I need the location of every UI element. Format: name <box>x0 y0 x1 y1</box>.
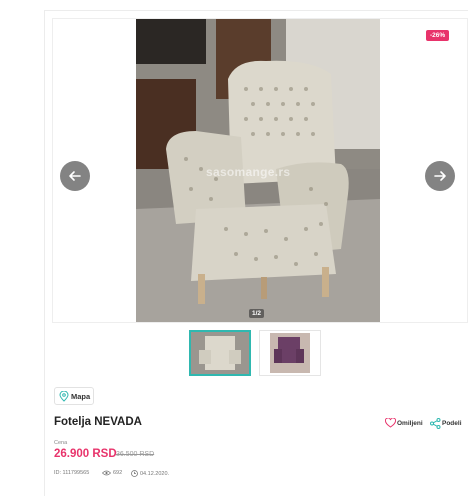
heart-icon <box>385 418 396 428</box>
map-button-label: Mapa <box>71 392 91 401</box>
arrow-right-icon <box>434 171 446 181</box>
map-pin-icon <box>59 391 69 402</box>
share-icon <box>430 418 441 429</box>
image-gallery: sasomange.rs 1/2 -26% <box>52 18 468 323</box>
thumbnail-1[interactable] <box>189 330 251 376</box>
discount-badge: -26% <box>426 30 450 41</box>
watermark: sasomange.rs <box>206 165 291 179</box>
listing-date: 04.12.2020. <box>131 470 169 477</box>
next-image-button[interactable] <box>425 161 455 191</box>
listing-title: Fotelja NEVADA <box>54 416 142 428</box>
main-product-photo[interactable]: sasomange.rs 1/2 <box>136 19 380 322</box>
arrow-left-icon <box>69 171 81 181</box>
thumbnail-image <box>260 331 320 375</box>
price: 26.900 RSD <box>54 448 117 460</box>
share-label: Podeli <box>442 420 462 427</box>
listing-id: ID: 111799565 <box>54 470 89 476</box>
thumbnail-2[interactable] <box>259 330 321 376</box>
favorite-label: Omiljeni <box>397 420 423 427</box>
views-value: 692 <box>113 470 123 476</box>
eye-icon <box>101 470 112 476</box>
view-count: 692 <box>101 470 123 476</box>
old-price: 36.500 RSD <box>116 451 155 458</box>
clock-icon <box>131 470 138 477</box>
id-text: ID: 111799565 <box>54 470 90 476</box>
previous-image-button[interactable] <box>60 161 90 191</box>
price-label: Cena <box>54 440 68 446</box>
map-button[interactable]: Mapa <box>54 387 94 405</box>
image-counter: 1/2 <box>249 309 265 318</box>
date-value: 04.12.2020. <box>140 471 170 477</box>
thumbnail-image <box>191 332 249 374</box>
